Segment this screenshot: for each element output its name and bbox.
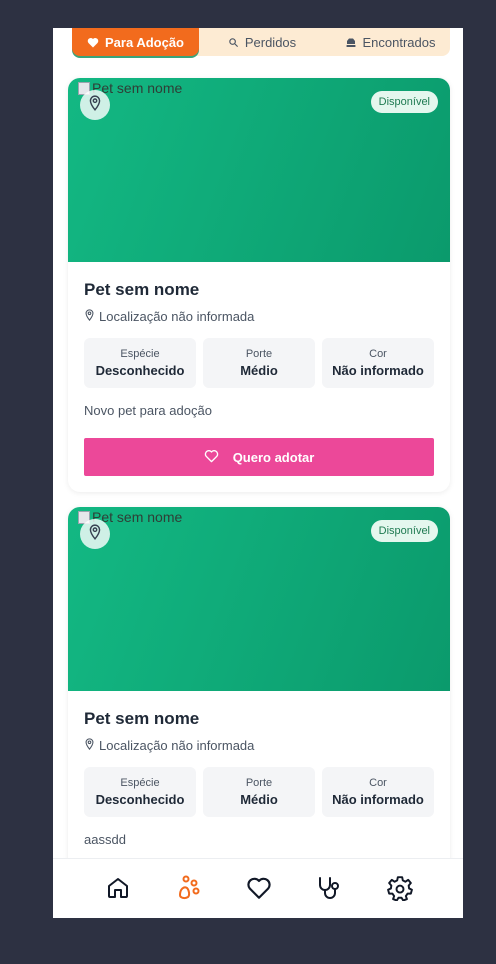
tab-perdidos[interactable]: Perdidos [207,28,317,56]
map-pin-icon [84,738,95,753]
pet-description: aassdd [84,832,126,847]
heart-outline-icon [204,449,219,466]
stethoscope-icon [316,875,342,906]
stat-label: Cor [369,777,387,789]
search-icon [228,37,239,48]
nav-home[interactable] [105,877,131,903]
stat-porte: Porte Médio [203,338,315,388]
app-screen: Para Adoção Perdidos Encontrados Pet sem… [53,28,463,918]
pet-location: Localização não informada [84,309,254,324]
nav-settings[interactable] [387,875,413,906]
settings-icon [387,875,413,906]
map-pin-icon [88,94,102,116]
stat-porte: Porte Médio [203,767,315,817]
stat-value: Desconhecido [95,363,185,378]
stat-value: Médio [240,792,278,807]
pet-description: Novo pet para adoção [84,403,212,418]
tab-label: Perdidos [244,34,297,50]
pet-name: Pet sem nome [84,709,200,728]
dog-icon [345,37,357,48]
pet-name: Pet sem nome [84,280,200,299]
pet-stats: Espécie Desconhecido Porte Médio Cor Não… [84,338,434,388]
adopt-button-label: Quero adotar [232,449,315,465]
location-text: Localização não informada [99,738,255,753]
stat-value: Não informado [332,792,424,807]
stat-cor: Cor Não informado [322,767,434,817]
stat-label: Espécie [120,777,160,789]
nav-favorites[interactable] [246,877,272,903]
tab-para-adocao[interactable]: Para Adoção [72,28,199,56]
stat-especie: Espécie Desconhecido [84,338,196,388]
filter-tabs: Para Adoção Perdidos Encontrados [72,28,450,56]
stat-value: Não informado [332,363,424,378]
pet-image: Pet sem nome Disponível [68,78,450,262]
stat-label: Espécie [120,348,160,360]
pet-card[interactable]: Pet sem nome Disponível Pet sem nome Loc… [68,78,450,492]
pet-list[interactable]: Para Adoção Perdidos Encontrados Pet sem… [53,28,463,858]
stat-especie: Espécie Desconhecido [84,767,196,817]
status-badge: Disponível [370,520,438,542]
nav-health[interactable] [316,875,342,906]
map-pin-icon [84,309,95,324]
stat-label: Cor [369,348,387,360]
location-text: Localização não informada [99,309,255,324]
location-pin-button[interactable] [80,519,110,549]
pet-stats: Espécie Desconhecido Porte Médio Cor Não… [84,767,434,817]
heart-icon [87,37,99,48]
pet-card[interactable]: Pet sem nome Disponível Pet sem nome Loc… [68,507,450,858]
location-pin-button[interactable] [80,90,110,120]
pet-location: Localização não informada [84,738,254,753]
paw-icon [176,875,202,906]
stat-label: Porte [245,777,273,789]
map-pin-icon [88,523,102,545]
stat-cor: Cor Não informado [322,338,434,388]
pet-image: Pet sem nome Disponível [68,507,450,691]
adopt-button[interactable]: Quero adotar [84,438,434,476]
tab-encontrados[interactable]: Encontrados [330,28,450,56]
bottom-nav [53,858,463,918]
nav-pets[interactable] [176,875,202,906]
status-badge: Disponível [370,91,438,113]
heart-icon [246,876,272,905]
home-icon [106,876,130,905]
stat-value: Desconhecido [95,792,185,807]
tab-label: Para Adoção [105,34,184,50]
stat-value: Médio [240,363,278,378]
stat-label: Porte [245,348,273,360]
tab-label: Encontrados [362,34,436,50]
